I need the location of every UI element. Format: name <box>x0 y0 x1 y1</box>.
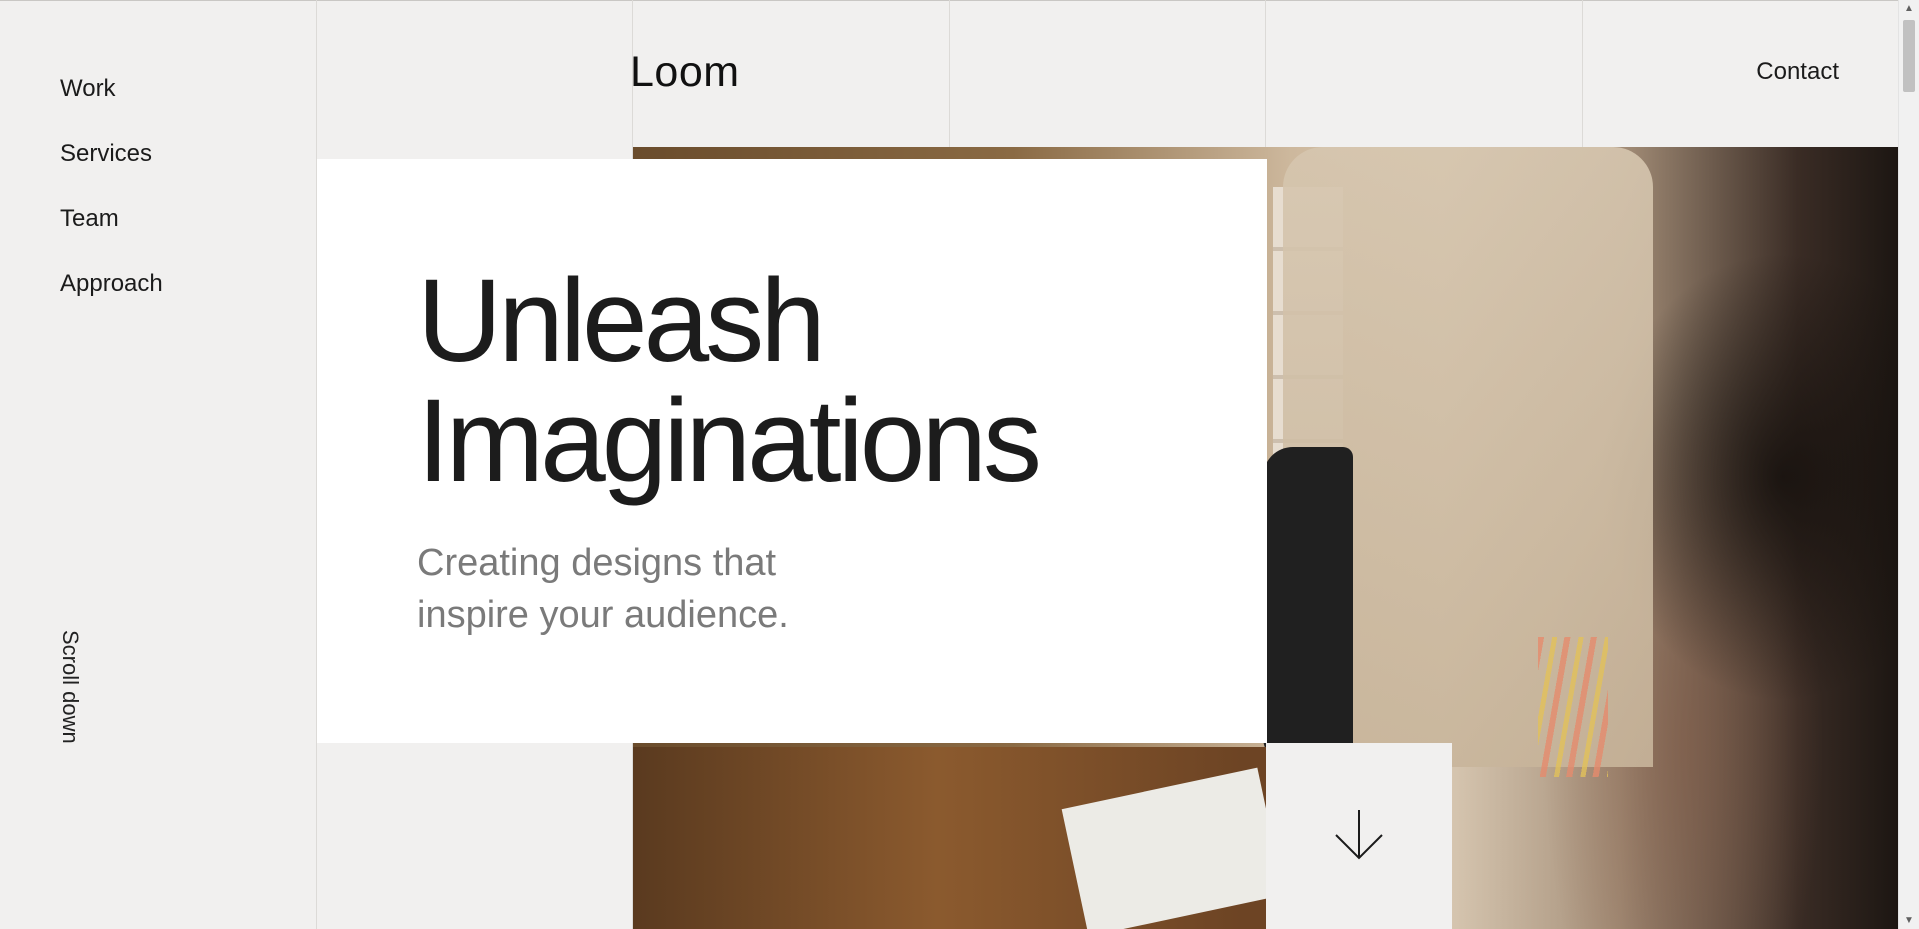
arrow-down-icon <box>1335 810 1383 860</box>
logo[interactable]: Loom <box>630 48 740 97</box>
hero-title: Unleash Imaginations <box>417 261 1042 501</box>
scroll-up-arrow-icon[interactable]: ▲ <box>1899 0 1919 17</box>
contact-link[interactable]: Contact <box>1756 58 1839 86</box>
nav-item-services[interactable]: Services <box>60 121 163 186</box>
nav-item-team[interactable]: Team <box>60 186 163 251</box>
hero-subtitle: Creating designs that inspire your audie… <box>417 542 789 636</box>
page: Work Services Team Approach Loom Contact… <box>0 0 1899 929</box>
main-nav: Work Services Team Approach <box>60 56 163 316</box>
hero-title-line1: Unleash <box>417 255 826 387</box>
nav-item-approach[interactable]: Approach <box>60 251 163 316</box>
page-scrollbar[interactable]: ▲ ▼ <box>1898 0 1919 929</box>
photo-person-sleeve <box>1263 447 1353 767</box>
nav-item-work[interactable]: Work <box>60 56 163 121</box>
scroll-down-label[interactable]: Scroll down <box>57 630 83 744</box>
scrollbar-thumb[interactable] <box>1903 20 1915 92</box>
hero-title-line2: Imaginations <box>417 375 1042 507</box>
hero-card: Unleash Imaginations Creating designs th… <box>317 159 1267 743</box>
photo-pencils <box>1538 637 1608 777</box>
scroll-down-arrow-icon[interactable]: ▼ <box>1899 912 1919 929</box>
scroll-down-button[interactable] <box>1266 743 1452 929</box>
